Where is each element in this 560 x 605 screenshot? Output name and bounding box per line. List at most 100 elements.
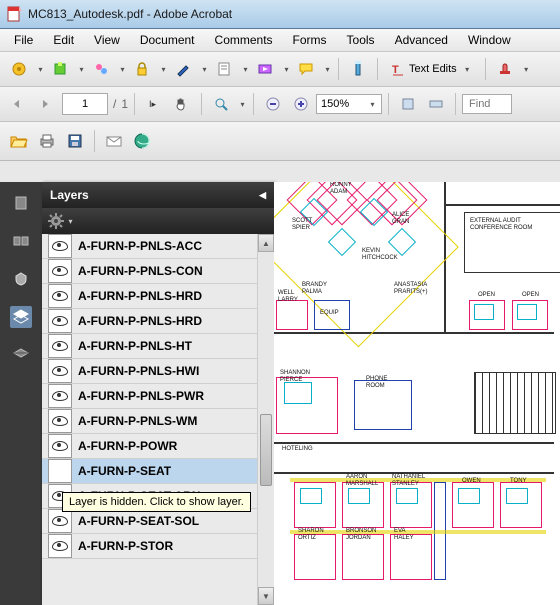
menu-comments[interactable]: Comments bbox=[205, 31, 283, 49]
visibility-toggle[interactable] bbox=[48, 384, 72, 408]
prev-page-button[interactable] bbox=[6, 91, 32, 117]
zoom-out-button[interactable] bbox=[260, 91, 286, 117]
layer-name-label: A-FURN-P-PNLS-CON bbox=[78, 264, 203, 278]
room-label: OWEN bbox=[462, 478, 481, 485]
layers-header: Layers ◀ bbox=[42, 182, 274, 208]
layer-name-label: A-FURN-P-PNLS-HT bbox=[78, 339, 192, 353]
collab-button[interactable] bbox=[88, 56, 114, 82]
layer-row[interactable]: A-FURN-P-PNLS-HRD bbox=[42, 284, 274, 309]
document-view[interactable]: RONNY ADAM SCOTT SPIER ALICE GRAN KEVIN … bbox=[274, 182, 560, 605]
save-button[interactable] bbox=[62, 128, 88, 154]
hand-tool[interactable] bbox=[169, 91, 195, 117]
layer-row[interactable]: A-FURN-P-PNLS-HT bbox=[42, 334, 274, 359]
signatures-nav-icon[interactable] bbox=[10, 268, 32, 290]
visibility-toggle[interactable] bbox=[48, 259, 72, 283]
pages-nav-icon[interactable] bbox=[10, 192, 32, 214]
multimedia-button[interactable] bbox=[252, 56, 278, 82]
dropdown-icon[interactable]: ▾ bbox=[64, 217, 75, 226]
room-label: SHANNON PIERCE bbox=[280, 370, 310, 383]
dropdown-icon[interactable]: ▾ bbox=[157, 65, 168, 74]
combine-button[interactable] bbox=[47, 56, 73, 82]
layer-row[interactable]: A-FURN-P-PNLS-HWI bbox=[42, 359, 274, 384]
bookmarks-nav-icon[interactable] bbox=[10, 230, 32, 252]
visibility-toggle[interactable] bbox=[48, 409, 72, 433]
layer-row[interactable]: A-FURN-P-STOR bbox=[42, 534, 274, 559]
gear-icon[interactable] bbox=[48, 213, 64, 229]
zoom-in-button[interactable] bbox=[288, 91, 314, 117]
visibility-toggle[interactable] bbox=[48, 434, 72, 458]
eye-icon bbox=[52, 541, 68, 551]
layer-row[interactable]: A-FURN-P-PNLS-WM bbox=[42, 409, 274, 434]
layer-list: A-FURN-P-PNLS-ACC A-FURN-P-PNLS-CON A-FURN… bbox=[42, 234, 274, 605]
new-button[interactable] bbox=[6, 56, 32, 82]
room-label: BRONSON JORDAN bbox=[346, 528, 376, 541]
menu-forms[interactable]: Forms bbox=[283, 31, 337, 49]
dropdown-icon[interactable]: ▾ bbox=[34, 65, 45, 74]
forms-button[interactable] bbox=[211, 56, 237, 82]
menu-advanced[interactable]: Advanced bbox=[385, 31, 458, 49]
scroll-thumb[interactable] bbox=[260, 414, 272, 486]
email-button[interactable] bbox=[101, 128, 127, 154]
layers-nav-icon[interactable] bbox=[10, 306, 32, 328]
open-button[interactable] bbox=[6, 128, 32, 154]
dropdown-icon: ▾ bbox=[461, 65, 472, 74]
visibility-toggle[interactable] bbox=[48, 509, 72, 533]
scrollbar[interactable]: ▲ ▼ bbox=[257, 234, 274, 605]
select-tool[interactable]: I▸ bbox=[141, 91, 167, 117]
layer-row[interactable]: A-FURN-P-PNLS-CON bbox=[42, 259, 274, 284]
menu-view[interactable]: View bbox=[84, 31, 130, 49]
room-label: SHARON ORTIZ bbox=[298, 528, 324, 541]
visibility-toggle[interactable] bbox=[48, 234, 72, 258]
touchup-button[interactable] bbox=[345, 56, 371, 82]
dropdown-icon[interactable]: ▾ bbox=[520, 65, 531, 74]
menu-document[interactable]: Document bbox=[130, 31, 205, 49]
menu-tools[interactable]: Tools bbox=[337, 31, 385, 49]
layer-name-label: A-FURN-P-PNLS-ACC bbox=[78, 239, 202, 253]
layer-row[interactable]: A-FURN-P-PNLS-HRD bbox=[42, 309, 274, 334]
eye-icon bbox=[52, 266, 68, 276]
page-total: 1 bbox=[121, 97, 128, 111]
comment-button[interactable] bbox=[293, 56, 319, 82]
sign-button[interactable] bbox=[170, 56, 196, 82]
upload-button[interactable] bbox=[129, 128, 155, 154]
marquee-zoom[interactable] bbox=[208, 91, 234, 117]
room-label: TONY bbox=[510, 478, 527, 485]
fit-page-button[interactable] bbox=[395, 91, 421, 117]
text-edits-button[interactable]: T Text Edits▾ bbox=[384, 56, 479, 82]
visibility-toggle[interactable] bbox=[48, 534, 72, 558]
attachments-nav-icon[interactable] bbox=[10, 344, 32, 366]
secure-button[interactable] bbox=[129, 56, 155, 82]
menu-file[interactable]: File bbox=[4, 31, 43, 49]
fit-width-button[interactable] bbox=[423, 91, 449, 117]
dropdown-icon[interactable]: ▾ bbox=[75, 65, 86, 74]
dropdown-icon[interactable]: ▾ bbox=[280, 65, 291, 74]
next-page-button[interactable] bbox=[34, 91, 60, 117]
layer-row[interactable]: A-FURN-P-POWR bbox=[42, 434, 274, 459]
layer-row[interactable]: A-FURN-P-PNLS-PWR bbox=[42, 384, 274, 409]
menu-edit[interactable]: Edit bbox=[43, 31, 84, 49]
visibility-toggle[interactable] bbox=[48, 459, 72, 483]
room-label: ALICE GRAN bbox=[392, 212, 409, 225]
print-button[interactable] bbox=[34, 128, 60, 154]
dropdown-icon[interactable]: ▾ bbox=[198, 65, 209, 74]
menu-window[interactable]: Window bbox=[458, 31, 521, 49]
find-input[interactable]: Find bbox=[462, 94, 512, 114]
layer-row[interactable]: A-FURN-P-SEAT bbox=[42, 459, 274, 484]
dropdown-icon[interactable]: ▾ bbox=[116, 65, 127, 74]
layer-row[interactable]: A-FURN-P-SEAT-SOL bbox=[42, 509, 274, 534]
visibility-toggle[interactable] bbox=[48, 359, 72, 383]
layer-row[interactable]: A-FURN-P-PNLS-ACC bbox=[42, 234, 274, 259]
collapse-icon[interactable]: ◀ bbox=[259, 190, 266, 201]
page-number-input[interactable] bbox=[62, 93, 108, 115]
scroll-up-button[interactable]: ▲ bbox=[258, 234, 274, 252]
visibility-toggle[interactable] bbox=[48, 309, 72, 333]
zoom-combo[interactable]: 150%▾ bbox=[316, 94, 382, 114]
titlebar: MC813_Autodesk.pdf - Adobe Acrobat bbox=[0, 0, 560, 29]
dropdown-icon[interactable]: ▾ bbox=[321, 65, 332, 74]
stamp-button[interactable] bbox=[492, 56, 518, 82]
visibility-toggle[interactable] bbox=[48, 334, 72, 358]
visibility-toggle[interactable] bbox=[48, 284, 72, 308]
scroll-down-button[interactable]: ▼ bbox=[258, 587, 274, 605]
dropdown-icon[interactable]: ▾ bbox=[239, 65, 250, 74]
dropdown-icon[interactable]: ▾ bbox=[236, 100, 247, 109]
